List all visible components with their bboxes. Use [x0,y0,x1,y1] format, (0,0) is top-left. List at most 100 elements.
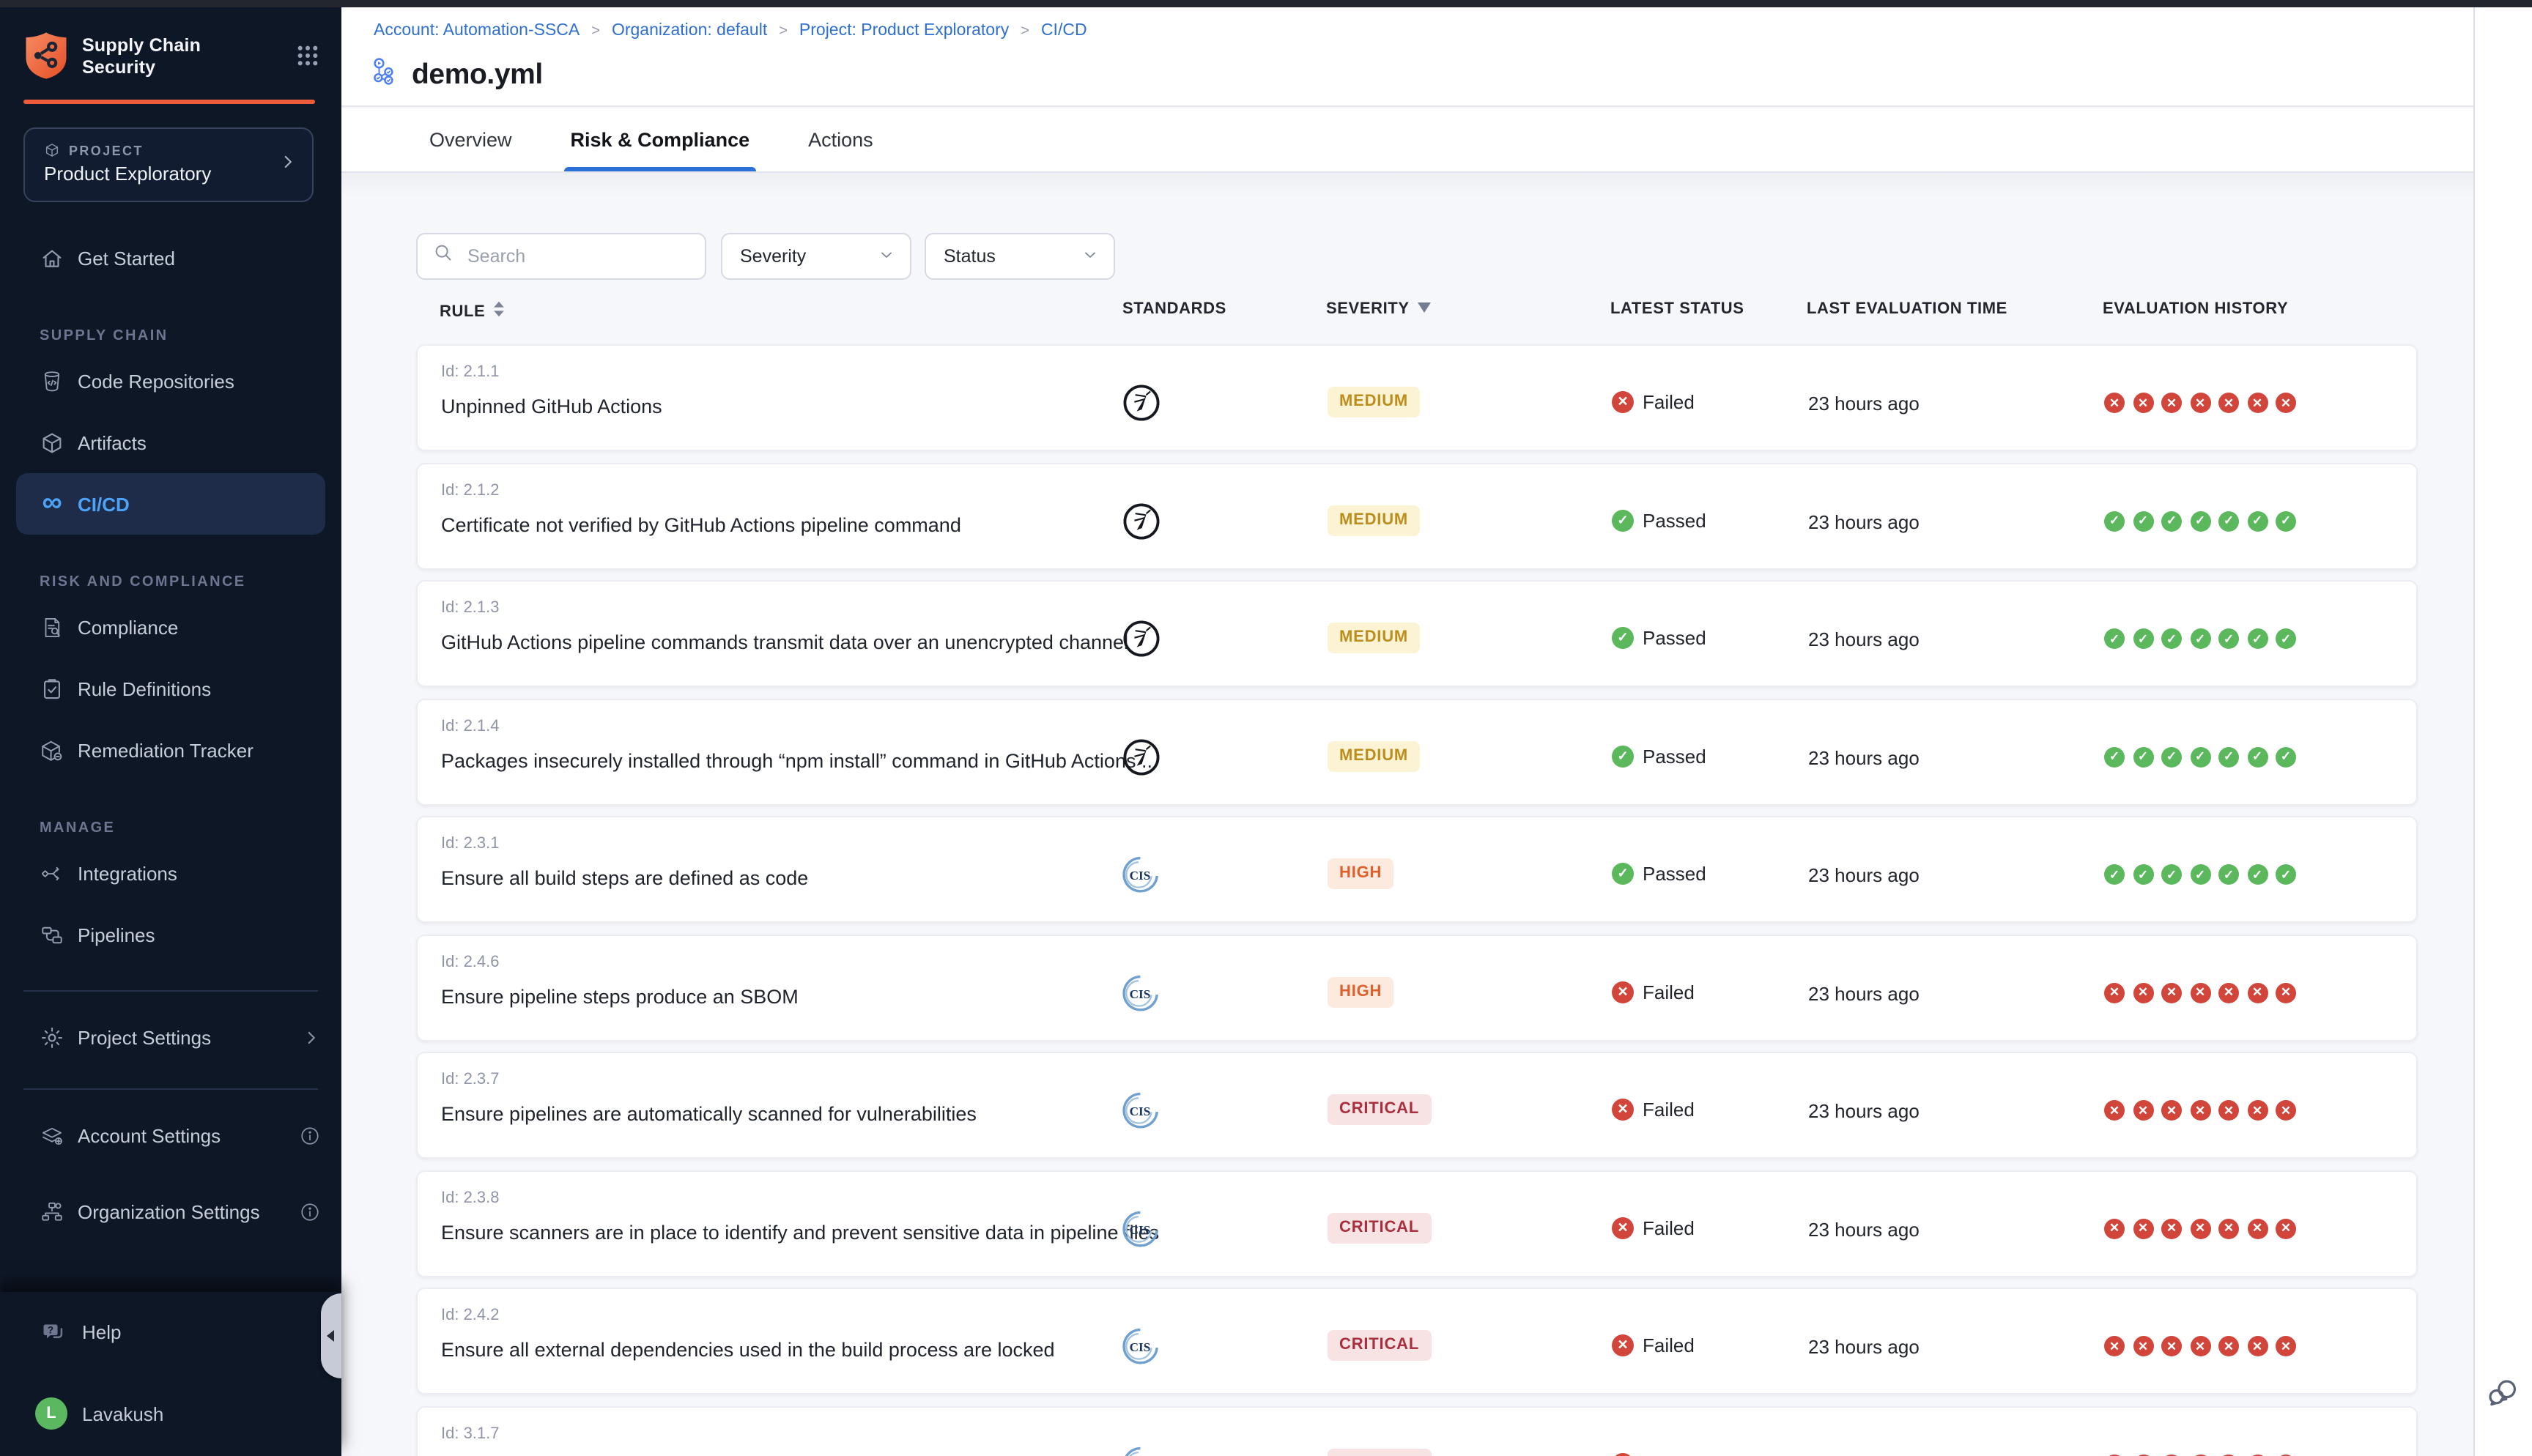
column-header-standards[interactable]: STANDARDS [1122,300,1226,318]
info-icon[interactable] [299,1124,321,1146]
history-pass-icon[interactable]: ✓ [2276,628,2296,649]
history-fail-icon[interactable]: ✕ [2161,1100,2182,1121]
history-pass-icon[interactable]: ✓ [2161,746,2182,767]
history-pass-icon[interactable]: ✓ [2190,746,2210,767]
history-pass-icon[interactable]: ✓ [2104,864,2125,885]
table-row[interactable]: Id: 2.4.2Ensure all external dependencie… [416,1288,2418,1394]
history-pass-icon[interactable]: ✓ [2133,510,2153,531]
history-fail-icon[interactable]: ✕ [2276,1100,2296,1121]
breadcrumb-link[interactable]: Project: Product Exploratory [799,22,1009,40]
history-pass-icon[interactable]: ✓ [2190,628,2210,649]
tab-actions[interactable]: Actions [805,108,876,171]
breadcrumb-link[interactable]: Organization: default [612,22,767,40]
history-fail-icon[interactable]: ✕ [2104,1218,2125,1238]
history-fail-icon[interactable]: ✕ [2190,1336,2210,1356]
history-fail-icon[interactable]: ✕ [2218,982,2239,1003]
history-pass-icon[interactable]: ✓ [2133,746,2153,767]
history-pass-icon[interactable]: ✓ [2276,746,2296,767]
history-fail-icon[interactable]: ✕ [2104,1100,2125,1121]
history-fail-icon[interactable]: ✕ [2190,393,2210,413]
sidebar-item-ci-cd[interactable]: ∞CI/CD [16,473,325,535]
history-fail-icon[interactable]: ✕ [2247,1218,2268,1238]
history-fail-icon[interactable]: ✕ [2218,1336,2239,1356]
sort-icon[interactable] [492,300,506,322]
table-row[interactable]: Id: 2.3.1Ensure all build steps are defi… [416,816,2418,923]
history-fail-icon[interactable]: ✕ [2190,982,2210,1003]
table-row[interactable]: Id: 2.3.7Ensure pipelines are automatica… [416,1052,2418,1159]
sidebar-item-account-settings[interactable]: Account Settings [0,1104,341,1166]
sidebar-item-help[interactable]: ? Help [0,1310,341,1353]
history-pass-icon[interactable]: ✓ [2218,864,2239,885]
sidebar-item-rule-definitions[interactable]: Rule Definitions [0,658,341,719]
breadcrumb-link[interactable]: CI/CD [1041,22,1087,40]
sidebar-item-compliance[interactable]: Compliance [0,596,341,658]
column-header-history[interactable]: EVALUATION HISTORY [2103,300,2288,318]
module-grid-icon[interactable] [296,44,319,75]
history-fail-icon[interactable]: ✕ [2276,982,2296,1003]
history-fail-icon[interactable]: ✕ [2218,1100,2239,1121]
history-fail-icon[interactable]: ✕ [2276,393,2296,413]
sidebar-item-code-repositories[interactable]: Code Repositories [0,350,341,412]
history-fail-icon[interactable]: ✕ [2133,1100,2153,1121]
history-pass-icon[interactable]: ✓ [2104,510,2125,531]
history-pass-icon[interactable]: ✓ [2161,510,2182,531]
history-fail-icon[interactable]: ✕ [2276,1218,2296,1238]
project-selector[interactable]: PROJECT Product Exploratory [23,127,314,202]
history-fail-icon[interactable]: ✕ [2161,1336,2182,1356]
history-pass-icon[interactable]: ✓ [2133,628,2153,649]
tab-risk-compliance[interactable]: Risk & Compliance [568,108,753,171]
column-header-status[interactable]: LATEST STATUS [1610,300,1744,318]
history-fail-icon[interactable]: ✕ [2161,982,2182,1003]
column-header-severity[interactable]: SEVERITY [1326,300,1432,318]
history-fail-icon[interactable]: ✕ [2247,1336,2268,1356]
sidebar-item-get-started[interactable]: Get Started [0,227,341,289]
history-fail-icon[interactable]: ✕ [2133,982,2153,1003]
table-row[interactable]: Id: 2.1.2Certificate not verified by Git… [416,462,2418,569]
table-row[interactable]: Id: 3.1.7CISCRITICAL✕Failed23 hours ago✕… [416,1405,2418,1456]
chat-bubbles-icon[interactable] [2485,1375,2520,1418]
history-pass-icon[interactable]: ✓ [2247,510,2268,531]
sidebar-collapse-handle[interactable] [321,1293,341,1378]
table-row[interactable]: Id: 2.1.1Unpinned GitHub ActionsMEDIUM✕F… [416,344,2418,451]
history-pass-icon[interactable]: ✓ [2218,510,2239,531]
history-pass-icon[interactable]: ✓ [2247,746,2268,767]
history-pass-icon[interactable]: ✓ [2133,864,2153,885]
history-fail-icon[interactable]: ✕ [2218,1218,2239,1238]
severity-filter-dropdown[interactable]: Severity [721,233,911,280]
sidebar-item-remediation-tracker[interactable]: Remediation Tracker [0,719,341,781]
status-filter-dropdown[interactable]: Status [925,233,1115,280]
history-pass-icon[interactable]: ✓ [2161,864,2182,885]
table-row[interactable]: Id: 2.4.6Ensure pipeline steps produce a… [416,934,2418,1041]
sidebar-item-organization-settings[interactable]: Organization Settings [0,1181,341,1242]
history-pass-icon[interactable]: ✓ [2276,864,2296,885]
history-fail-icon[interactable]: ✕ [2104,1336,2125,1356]
history-pass-icon[interactable]: ✓ [2247,628,2268,649]
sort-desc-icon[interactable] [1417,300,1432,318]
sidebar-item-integrations[interactable]: Integrations [0,842,341,904]
tab-overview[interactable]: Overview [426,108,515,171]
history-fail-icon[interactable]: ✕ [2276,1336,2296,1356]
history-pass-icon[interactable]: ✓ [2218,746,2239,767]
history-fail-icon[interactable]: ✕ [2133,393,2153,413]
history-fail-icon[interactable]: ✕ [2133,1336,2153,1356]
breadcrumb-link[interactable]: Account: Automation-SSCA [374,22,580,40]
history-pass-icon[interactable]: ✓ [2218,628,2239,649]
history-pass-icon[interactable]: ✓ [2104,628,2125,649]
sidebar-item-project-settings[interactable]: Project Settings [0,1006,341,1068]
history-fail-icon[interactable]: ✕ [2190,1100,2210,1121]
history-fail-icon[interactable]: ✕ [2161,393,2182,413]
user-menu[interactable]: L Lavakush [0,1392,341,1435]
info-icon[interactable] [299,1200,321,1222]
sidebar-item-pipelines[interactable]: Pipelines [0,904,341,965]
table-row[interactable]: Id: 2.3.8Ensure scanners are in place to… [416,1170,2418,1277]
search-input[interactable] [464,245,690,268]
history-fail-icon[interactable]: ✕ [2218,393,2239,413]
history-pass-icon[interactable]: ✓ [2190,510,2210,531]
sidebar-item-artifacts[interactable]: Artifacts [0,412,341,473]
history-pass-icon[interactable]: ✓ [2104,746,2125,767]
history-pass-icon[interactable]: ✓ [2161,628,2182,649]
table-row[interactable]: Id: 2.1.4Packages insecurely installed t… [416,698,2418,805]
history-fail-icon[interactable]: ✕ [2133,1218,2153,1238]
table-row[interactable]: Id: 2.1.3GitHub Actions pipeline command… [416,580,2418,687]
history-fail-icon[interactable]: ✕ [2190,1218,2210,1238]
